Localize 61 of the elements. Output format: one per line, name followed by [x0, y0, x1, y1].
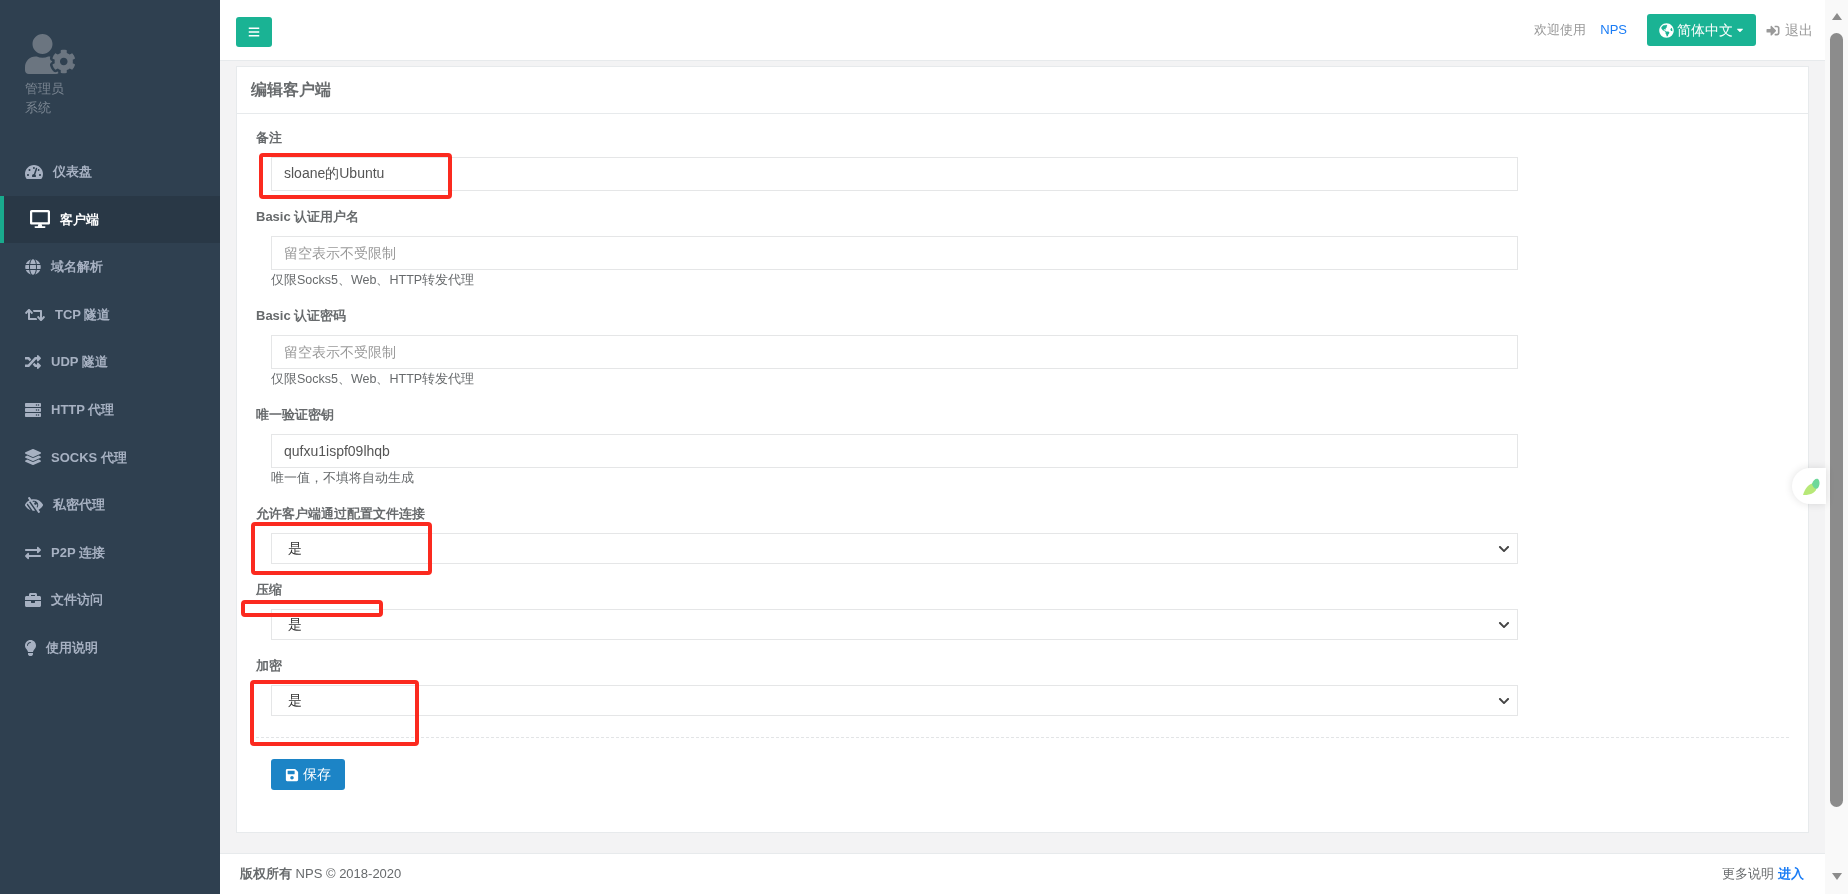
help-text: 仅限Socks5、Web、HTTP转发代理: [271, 371, 476, 388]
floating-widget-button[interactable]: [1792, 468, 1826, 504]
text-input[interactable]: 留空表示不受限制: [271, 335, 1518, 369]
leaf-icon: [1802, 477, 1820, 495]
vertical-scrollbar[interactable]: [1825, 0, 1848, 894]
sidebar-item[interactable]: 使用说明: [0, 623, 220, 672]
select-field[interactable]: 是: [271, 533, 1518, 564]
eye-slash-icon: [25, 496, 43, 513]
select-field[interactable]: 是: [271, 685, 1518, 716]
server-icon: [25, 401, 41, 418]
sidebar-item[interactable]: 私密代理: [0, 481, 220, 529]
language-button[interactable]: 简体中文: [1647, 14, 1756, 46]
sidebar-item[interactable]: 域名解析: [0, 243, 220, 291]
field-label: 允许客户端通过配置文件连接: [256, 505, 426, 523]
help-text: 仅限Socks5、Web、HTTP转发代理: [271, 272, 476, 289]
layers-icon: [25, 449, 41, 466]
text-input[interactable]: sloane的Ubuntu: [271, 157, 1518, 191]
brand-link[interactable]: NPS: [1600, 20, 1627, 40]
field-label: 加密: [256, 657, 283, 675]
field-label: Basic 认证用户名: [256, 208, 361, 226]
swap-arrows-icon: [25, 544, 41, 561]
text-input[interactable]: 留空表示不受限制: [271, 236, 1518, 270]
scrollbar-thumb[interactable]: [1830, 33, 1843, 807]
logout-link[interactable]: 退出: [1766, 19, 1813, 41]
more-info-text: 更多说明: [1722, 865, 1774, 884]
sidebar-item[interactable]: SOCKS 代理: [0, 433, 220, 482]
welcome-text: 欢迎使用: [1534, 21, 1587, 40]
menu-icon: [248, 26, 260, 38]
sidebar-item[interactable]: UDP 隧道: [0, 338, 220, 386]
sidebar-item[interactable]: P2P 连接: [0, 528, 220, 577]
repeat-arrows-icon: [25, 306, 45, 323]
gauge-icon: [25, 163, 43, 180]
field-label: 唯一验证密钥: [256, 406, 335, 424]
field-label: 备注: [256, 129, 283, 147]
sidebar-item[interactable]: TCP 隧道: [0, 290, 220, 339]
user-role: 系统: [25, 99, 51, 117]
globe-icon: [1659, 22, 1674, 38]
shuffle-icon: [25, 354, 41, 371]
sidebar-item[interactable]: 客户端: [0, 195, 220, 244]
scroll-up-arrow-icon[interactable]: [1831, 13, 1842, 20]
monitor-icon: [30, 210, 50, 229]
copyright-text: 版权所有 NPS © 2018-2020: [240, 865, 402, 884]
enter-link[interactable]: 进入: [1778, 864, 1804, 884]
scroll-down-arrow-icon[interactable]: [1831, 873, 1842, 880]
sidebar-item[interactable]: 文件访问: [0, 576, 220, 624]
sign-in-icon: [1766, 23, 1780, 37]
save-button[interactable]: 保存: [271, 759, 345, 790]
text-input[interactable]: qufxu1ispf09lhqb: [271, 434, 1518, 468]
briefcase-icon: [25, 592, 41, 609]
sidebar-item[interactable]: 仪表盘: [0, 148, 220, 196]
select-field[interactable]: 是: [271, 609, 1518, 640]
lightbulb-icon: [25, 639, 36, 656]
menu-toggle-button[interactable]: [236, 17, 272, 47]
user-gear-icon: [25, 34, 75, 74]
card-title: 编辑客户端: [251, 80, 331, 100]
field-label: 压缩: [256, 581, 283, 599]
globe-icon: [25, 259, 41, 275]
field-label: Basic 认证密码: [256, 307, 348, 325]
user-name: 管理员: [25, 80, 64, 98]
sidebar-item[interactable]: HTTP 代理: [0, 385, 220, 434]
help-text: 唯一值，不填将自动生成: [271, 470, 415, 487]
